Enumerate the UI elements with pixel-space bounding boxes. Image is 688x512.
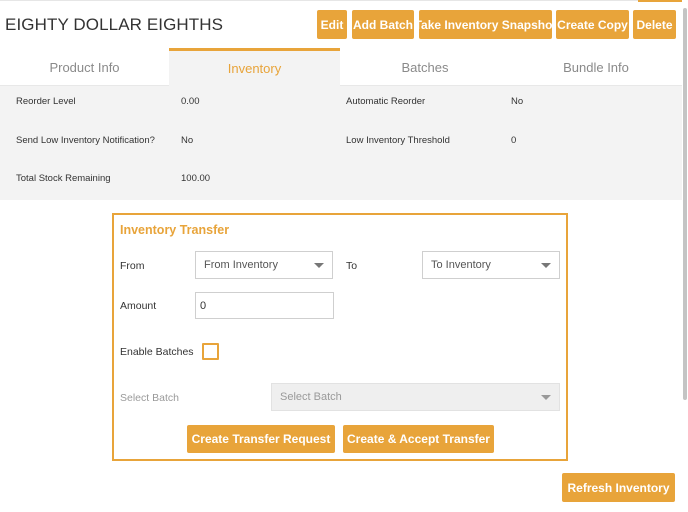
to-inventory-value: To Inventory <box>431 259 491 271</box>
tab-bundle-info[interactable]: Bundle Info <box>510 48 682 86</box>
reorder-level-value: 0.00 <box>181 96 200 107</box>
inventory-transfer-panel: Inventory Transfer From From Inventory T… <box>112 213 568 461</box>
total-stock-label: Total Stock Remaining <box>16 173 111 184</box>
enable-batches-checkbox[interactable] <box>202 343 219 360</box>
automatic-reorder-value: No <box>511 96 524 107</box>
edit-button[interactable]: Edit <box>317 10 347 39</box>
page-header: EIGHTY DOLLAR EIGHTHS Edit Add Batch Tak… <box>0 0 682 48</box>
low-inventory-threshold-value: 0 <box>511 135 517 146</box>
from-inventory-select[interactable]: From Inventory <box>195 251 333 279</box>
chevron-down-icon <box>541 395 551 400</box>
chevron-down-icon <box>314 263 324 268</box>
tab-product-info[interactable]: Product Info <box>0 48 169 86</box>
create-copy-button[interactable]: Create Copy <box>556 10 629 39</box>
tab-batches[interactable]: Batches <box>340 48 510 86</box>
enable-batches-label: Enable Batches <box>120 346 194 358</box>
tab-bar: Product Info Inventory Batches Bundle In… <box>0 48 682 86</box>
from-inventory-value: From Inventory <box>204 259 278 271</box>
refresh-inventory-button[interactable]: Refresh Inventory <box>562 473 675 502</box>
amount-input[interactable] <box>195 292 334 319</box>
reorder-level-label: Reorder Level <box>16 96 76 107</box>
total-stock-value: 100.00 <box>181 173 211 184</box>
add-batch-button[interactable]: Add Batch <box>352 10 414 39</box>
low-inventory-threshold-label: Low Inventory Threshold <box>346 135 450 146</box>
create-transfer-request-button[interactable]: Create Transfer Request <box>187 425 335 453</box>
to-label: To <box>346 260 358 272</box>
automatic-reorder-label: Automatic Reorder <box>346 96 426 107</box>
create-accept-transfer-button[interactable]: Create & Accept Transfer <box>343 425 494 453</box>
accent-strip <box>638 0 682 2</box>
chevron-down-icon <box>541 263 551 268</box>
inventory-transfer-title: Inventory Transfer <box>120 223 230 237</box>
select-batch-dropdown[interactable]: Select Batch <box>271 383 560 411</box>
scrollbar-thumb[interactable] <box>683 8 687 400</box>
inventory-info-panel: Reorder Level 0.00 Automatic Reorder No … <box>0 86 682 200</box>
from-label: From <box>120 260 145 272</box>
amount-label: Amount <box>120 300 157 312</box>
low-inventory-notification-label: Send Low Inventory Notification? <box>16 135 155 146</box>
to-inventory-select[interactable]: To Inventory <box>422 251 560 279</box>
tab-inventory[interactable]: Inventory <box>169 48 340 86</box>
page-title: EIGHTY DOLLAR EIGHTHS <box>5 15 224 34</box>
take-inventory-snapshot-button[interactable]: Take Inventory Snapshot <box>415 10 556 39</box>
delete-button[interactable]: Delete <box>633 10 676 39</box>
select-batch-label: Select Batch <box>120 392 179 404</box>
select-batch-placeholder: Select Batch <box>280 391 342 403</box>
low-inventory-notification-value: No <box>181 135 194 146</box>
